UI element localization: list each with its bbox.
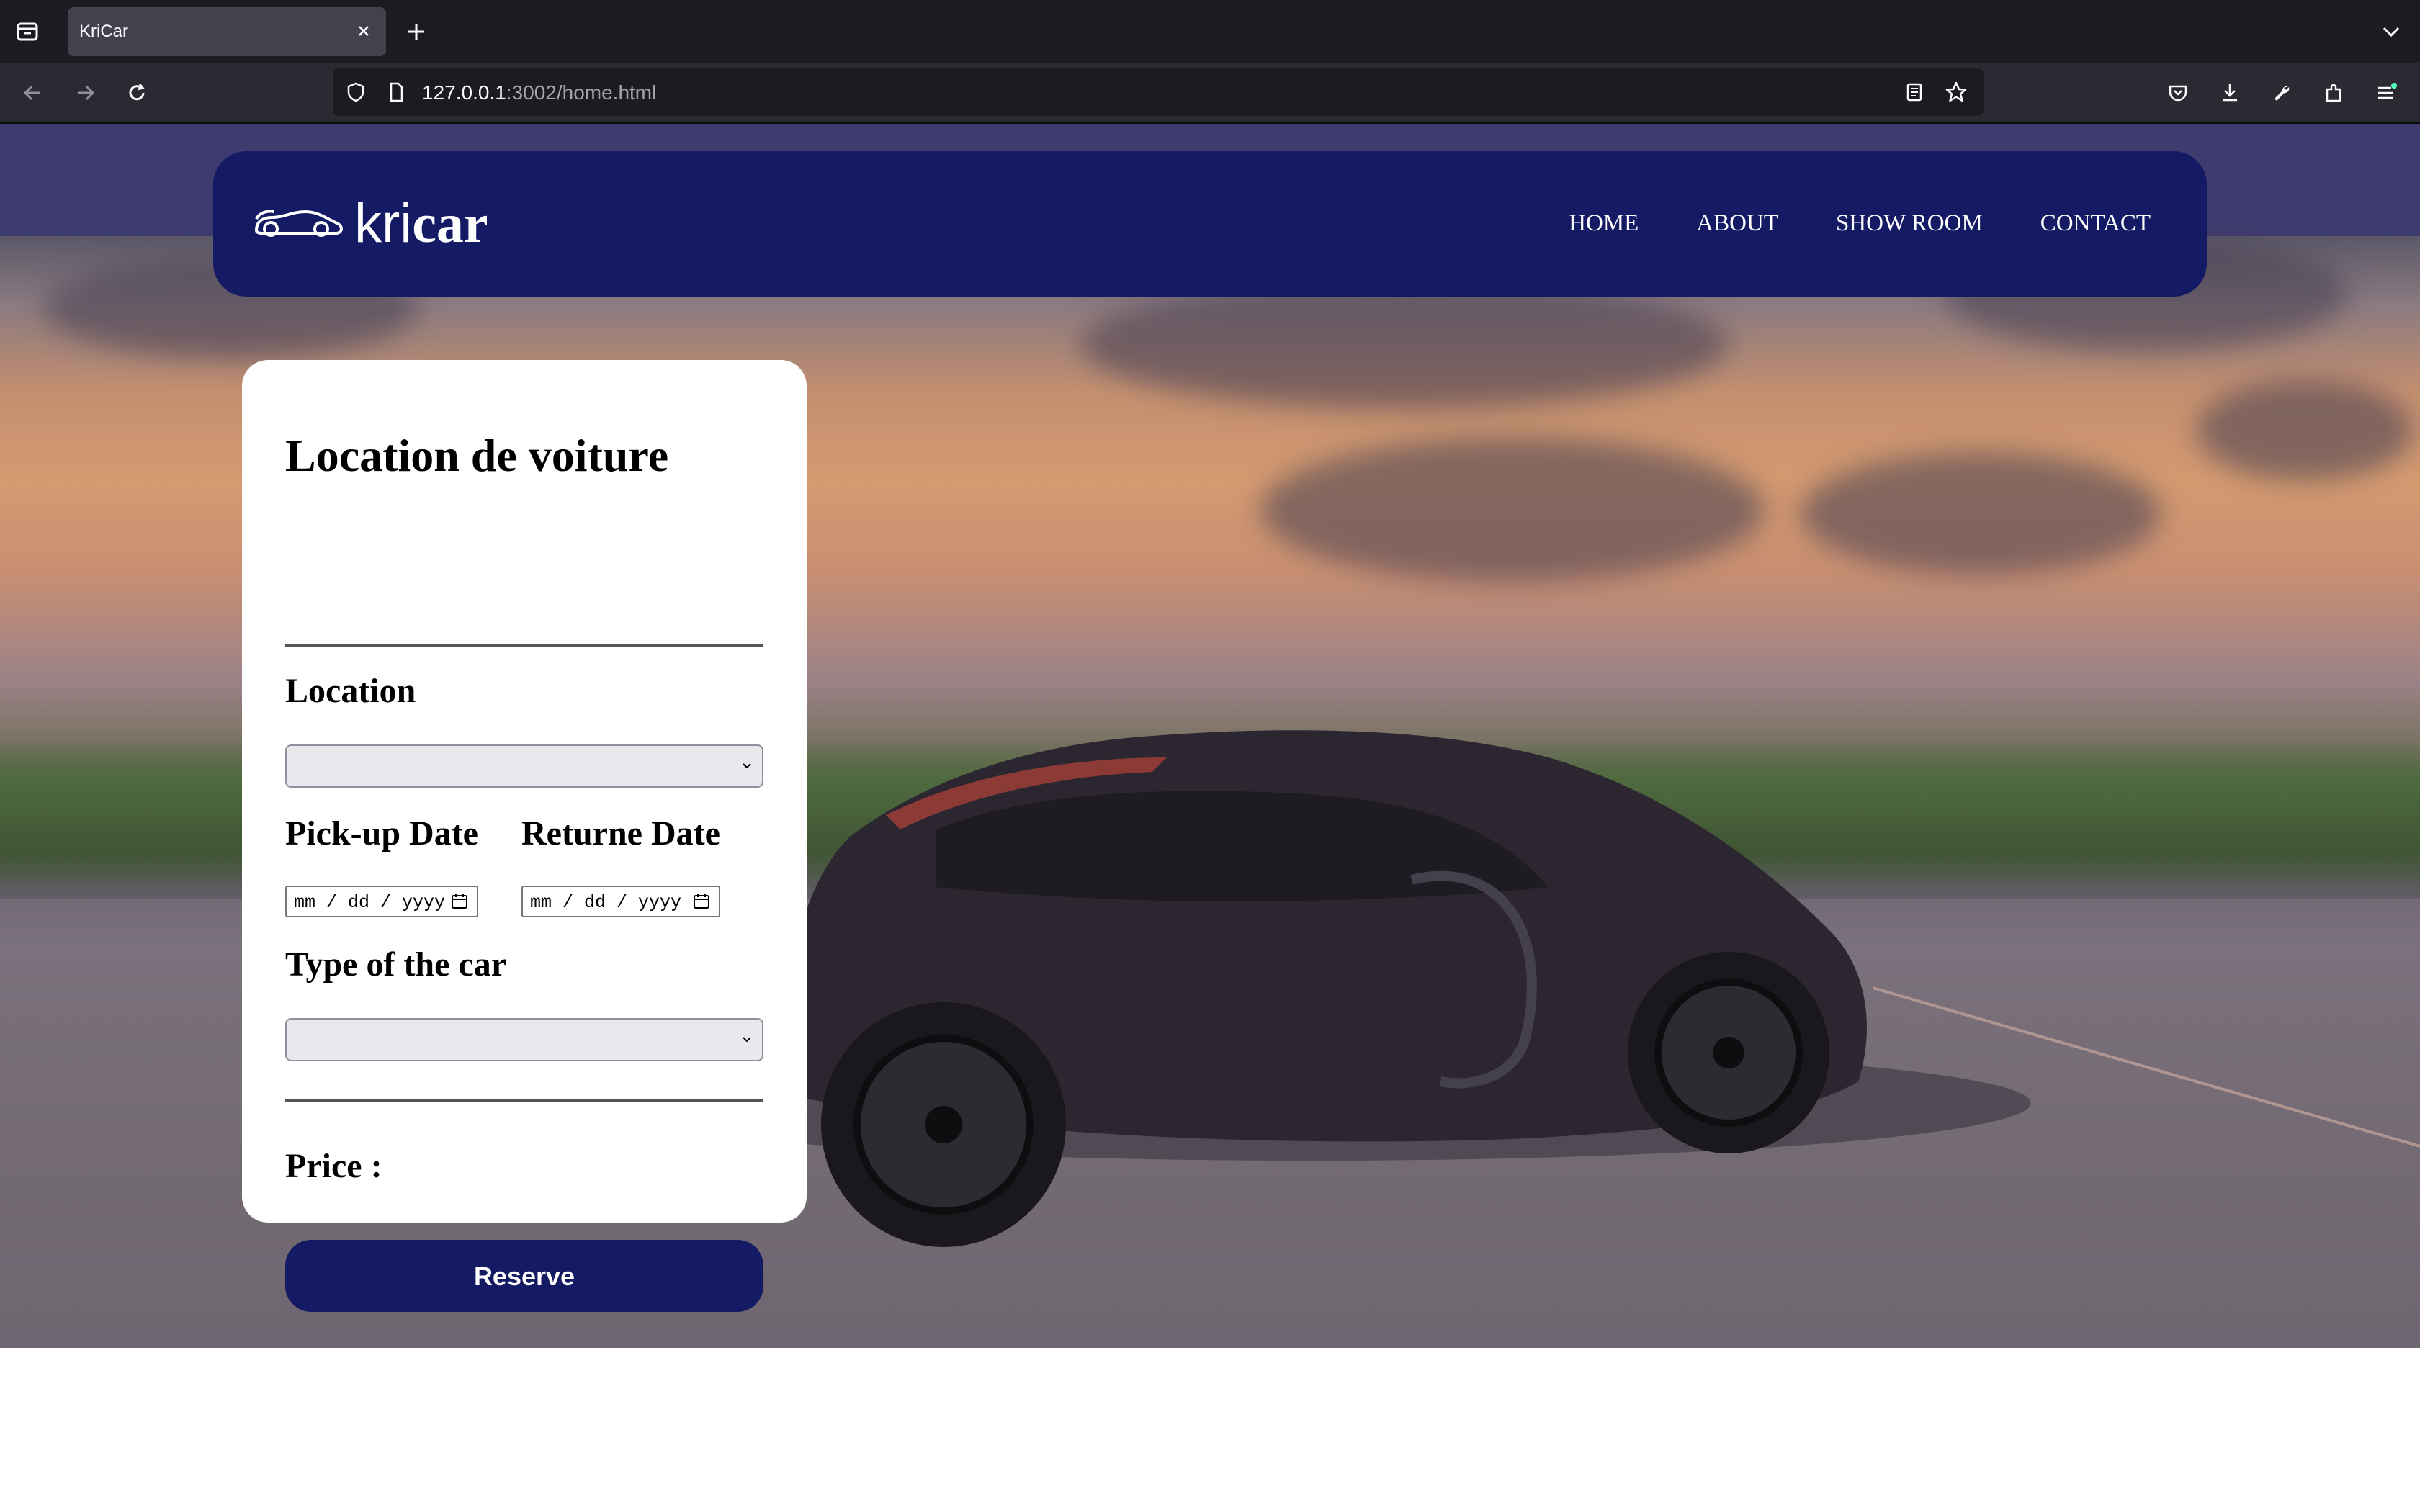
new-tab-icon[interactable] — [402, 17, 431, 46]
wrench-icon[interactable] — [2267, 78, 2296, 107]
active-tab[interactable]: KriCar — [68, 7, 386, 56]
tab-title: KriCar — [79, 22, 129, 41]
calendar-icon[interactable] — [449, 891, 470, 912]
location-label: Location — [285, 672, 416, 710]
return-date-placeholder: mm / dd / yyyy — [530, 892, 682, 913]
logo-wordmark: kricar — [354, 192, 488, 256]
chevron-down-icon — [743, 763, 751, 769]
price-label: Price : — [285, 1147, 382, 1185]
url-bar[interactable]: 127.0.0.1:3002/home.html — [333, 68, 1984, 116]
form-title: Location de voiture — [285, 430, 669, 481]
main-nav: HOME ABOUT SHOW ROOM CONTACT — [1511, 209, 2151, 238]
extensions-icon[interactable] — [2319, 78, 2348, 107]
location-select[interactable] — [285, 744, 763, 788]
shield-icon[interactable] — [341, 78, 370, 107]
pocket-icon[interactable] — [2164, 78, 2192, 107]
car-type-select[interactable] — [285, 1018, 763, 1061]
back-arrow-icon[interactable] — [19, 78, 48, 107]
pickup-date-placeholder: mm / dd / yyyy — [294, 892, 446, 913]
url-host: 127.0.0.1 — [422, 81, 506, 104]
nav-link-home[interactable]: HOME — [1569, 209, 1639, 238]
car-type-label: Type of the car — [285, 945, 507, 984]
menu-icon[interactable] — [2371, 78, 2400, 107]
hero-section: kricar HOME ABOUT SHOW ROOM CONTACT Loca… — [0, 124, 2420, 1348]
pickup-date-label: Pick-up Date — [285, 814, 478, 852]
close-tab-icon[interactable] — [351, 19, 376, 43]
reader-view-icon[interactable] — [1900, 78, 1929, 107]
calendar-icon[interactable] — [691, 891, 712, 912]
chevron-down-icon[interactable] — [2377, 17, 2406, 46]
divider — [285, 1099, 763, 1102]
url-text: 127.0.0.1:3002/home.html — [422, 81, 656, 104]
reserve-button[interactable]: Reserve — [285, 1240, 763, 1312]
web-page: kricar HOME ABOUT SHOW ROOM CONTACT Loca… — [0, 124, 2420, 1512]
logo-prefix: kri — [354, 193, 413, 254]
pickup-date-input[interactable]: mm / dd / yyyy — [285, 886, 478, 917]
nav-link-about[interactable]: ABOUT — [1696, 209, 1778, 238]
reload-icon[interactable] — [122, 78, 151, 107]
bookmark-star-icon[interactable] — [1942, 78, 1971, 107]
forward-arrow-icon[interactable] — [71, 78, 99, 107]
nav-link-contact[interactable]: CONTACT — [2040, 209, 2151, 238]
divider — [285, 644, 763, 647]
browser-tab-bar: KriCar — [0, 0, 2420, 63]
browser-nav-bar: 127.0.0.1:3002/home.html — [0, 63, 2420, 124]
car-logo-icon — [254, 210, 343, 237]
site-header: kricar HOME ABOUT SHOW ROOM CONTACT — [213, 151, 2207, 297]
tab-list-icon[interactable] — [13, 17, 42, 46]
logo-suffix: car — [412, 194, 488, 254]
reservation-form-card: Location de voiture Location Pick-up Dat… — [242, 360, 807, 1312]
return-date-input[interactable]: mm / dd / yyyy — [521, 886, 720, 917]
return-date-label: Returne Date — [521, 814, 720, 852]
download-icon[interactable] — [2215, 78, 2244, 107]
page-icon[interactable] — [382, 78, 411, 107]
chevron-down-icon — [743, 1037, 751, 1043]
url-path: :3002/home.html — [506, 81, 657, 104]
nav-link-showroom[interactable]: SHOW ROOM — [1836, 209, 1983, 238]
